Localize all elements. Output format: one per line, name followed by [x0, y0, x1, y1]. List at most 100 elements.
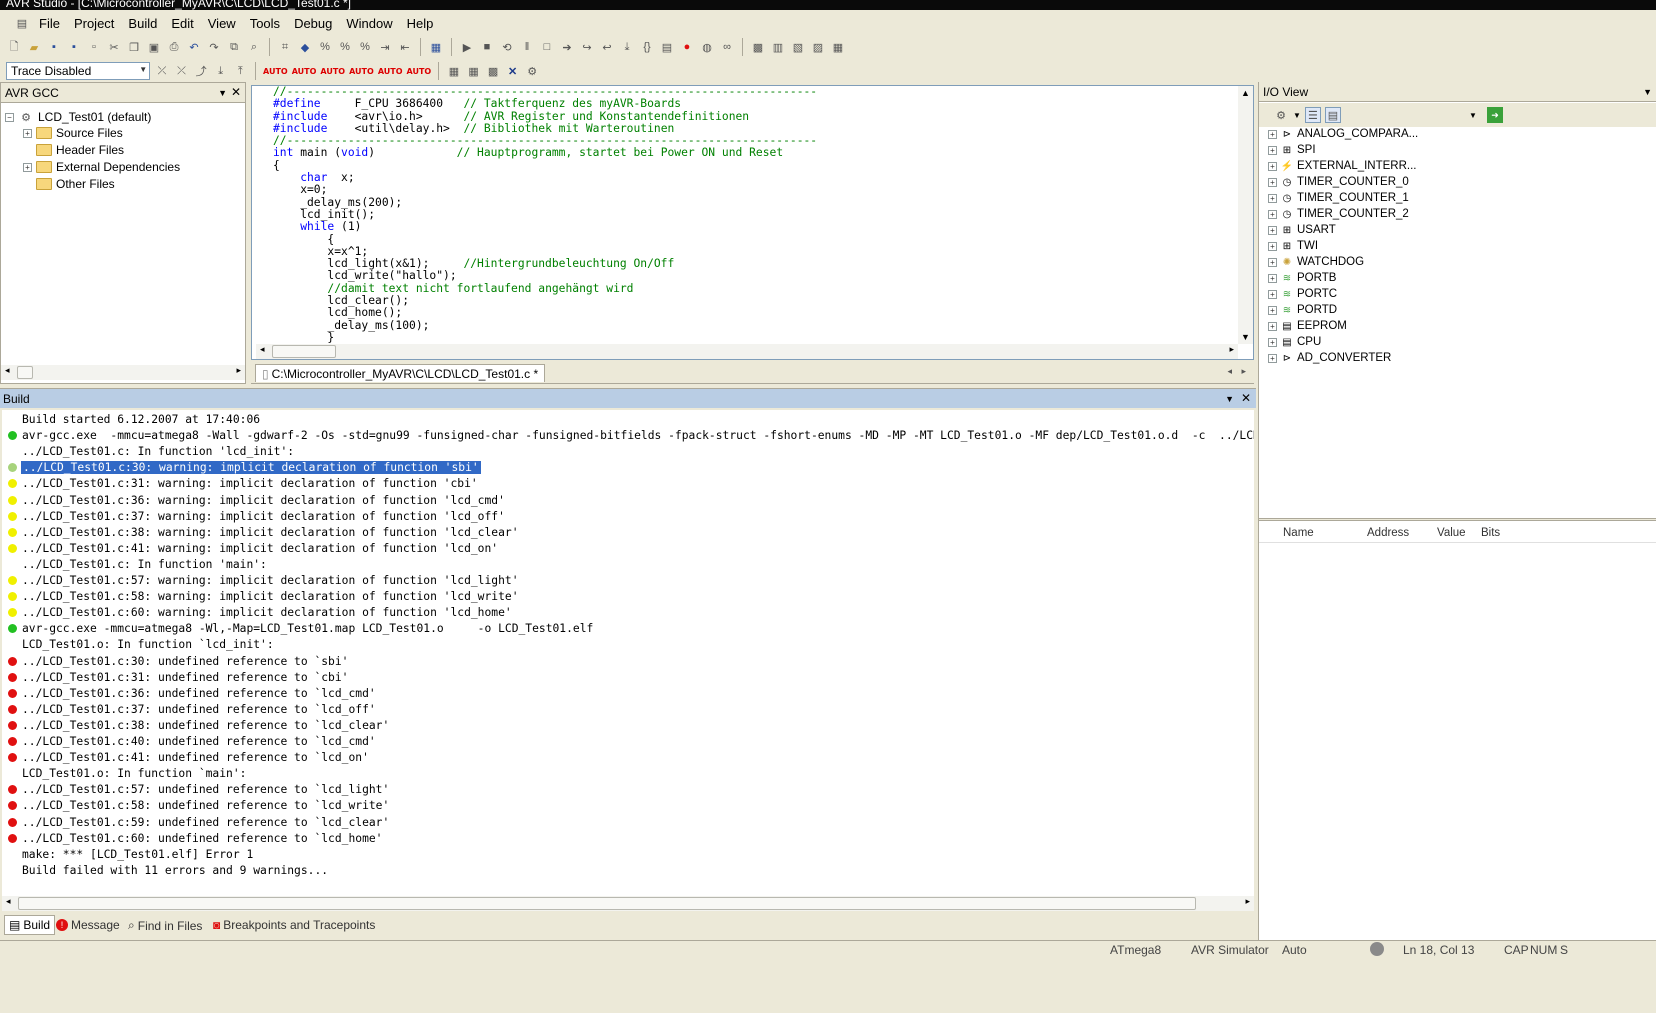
io-item-analog-comparator[interactable]: + ⊳ ANALOG_COMPARA...: [1268, 127, 1418, 141]
expand-icon[interactable]: +: [1268, 145, 1277, 155]
tree-item-other-files[interactable]: Other Files: [36, 177, 115, 191]
run-icon[interactable]: ▶: [459, 39, 475, 55]
auto-button[interactable]: AUTO: [407, 67, 432, 76]
scroll-right-icon[interactable]: ▸: [1229, 344, 1234, 355]
link-icon[interactable]: ∞: [719, 39, 735, 55]
tab-build[interactable]: ▤ Build: [4, 915, 56, 935]
chevron-down-icon[interactable]: ▼: [1293, 111, 1301, 120]
expand-icon[interactable]: +: [23, 128, 32, 138]
scroll-right-icon[interactable]: ▸: [236, 365, 241, 376]
tab-scroll-left-icon[interactable]: ◂: [1227, 366, 1232, 377]
io-item-portc[interactable]: + ≋ PORTC: [1268, 287, 1337, 301]
auto-step-icon[interactable]: {}: [639, 39, 655, 55]
scroll-thumb[interactable]: [17, 366, 33, 379]
io-item-timer-counter-0[interactable]: + ◷ TIMER_COUNTER_0: [1268, 175, 1409, 189]
scroll-thumb[interactable]: [272, 345, 336, 358]
outdent-icon[interactable]: ⇤: [397, 39, 413, 55]
program-icon[interactable]: ▦: [446, 63, 462, 79]
chevron-down-icon[interactable]: ▼: [139, 65, 147, 74]
bookmark-toggle-icon[interactable]: ◆: [297, 39, 313, 55]
build-line[interactable]: ../LCD_Test01.c: In function 'lcd_init':: [2, 444, 1252, 460]
menu-view[interactable]: View: [201, 16, 243, 31]
project-h-scrollbar[interactable]: ◂ ▸: [1, 365, 245, 380]
scroll-left-icon[interactable]: ◂: [5, 365, 10, 376]
menu-build[interactable]: Build: [121, 16, 164, 31]
open-icon[interactable]: ▰: [26, 39, 42, 55]
io-item-timer-counter-2[interactable]: + ◷ TIMER_COUNTER_2: [1268, 207, 1409, 221]
expand-icon[interactable]: +: [1268, 161, 1277, 171]
editor-v-scrollbar[interactable]: ▲ ▼: [1238, 86, 1253, 344]
auto-button[interactable]: AUTO: [263, 67, 288, 76]
build-line[interactable]: ../LCD_Test01.c:41: warning: implicit de…: [2, 541, 1252, 557]
io-item-usart[interactable]: + ⊞ USART: [1268, 223, 1336, 237]
menu-tools[interactable]: Tools: [243, 16, 287, 31]
code-line[interactable]: }: [273, 331, 817, 344]
menu-window[interactable]: Window: [339, 16, 399, 31]
step-out-icon[interactable]: ↩: [599, 39, 615, 55]
tab-message[interactable]: ! Message: [56, 918, 120, 932]
build-line[interactable]: Build failed with 11 errors and 9 warnin…: [2, 863, 1252, 879]
trace-tool-icon[interactable]: ⤴: [193, 63, 209, 79]
io-item-external-interrupt[interactable]: + ⚡ EXTERNAL_INTERR...: [1268, 159, 1417, 173]
expand-icon[interactable]: +: [1268, 129, 1277, 139]
io-item-twi[interactable]: + ⊞ TWI: [1268, 239, 1318, 253]
build-line[interactable]: ../LCD_Test01.c:38: warning: implicit de…: [2, 525, 1252, 541]
build-line[interactable]: ../LCD_Test01.c:30: undefined reference …: [2, 654, 1252, 670]
scroll-thumb[interactable]: [18, 897, 1196, 910]
build-line[interactable]: ../LCD_Test01.c:58: warning: implicit de…: [2, 589, 1252, 605]
app-menu-icon[interactable]: ▤: [14, 15, 30, 31]
menu-help[interactable]: Help: [400, 16, 441, 31]
scroll-right-icon[interactable]: ▸: [1245, 896, 1250, 907]
io-splitter[interactable]: [1259, 518, 1656, 521]
expand-icon[interactable]: +: [1268, 177, 1277, 187]
register-icon[interactable]: ▧: [790, 39, 806, 55]
tree-view-icon[interactable]: ☰: [1304, 107, 1321, 123]
print-icon[interactable]: ⎙: [166, 39, 182, 55]
build-line[interactable]: ../LCD_Test01.c:36: undefined reference …: [2, 686, 1252, 702]
auto-button[interactable]: AUTO: [320, 67, 345, 76]
scroll-up-icon[interactable]: ▲: [1241, 88, 1250, 98]
expand-icon[interactable]: +: [1268, 289, 1277, 299]
save-icon[interactable]: ▪: [46, 39, 62, 55]
editor-tab[interactable]: ▯ C:\Microcontroller_MyAVR\C\LCD\LCD_Tes…: [255, 364, 546, 382]
column-name[interactable]: Name: [1283, 527, 1314, 539]
copy-icon[interactable]: ❐: [126, 39, 142, 55]
editor-h-scrollbar[interactable]: ◂ ▸: [256, 344, 1238, 359]
expand-icon[interactable]: +: [23, 162, 32, 172]
code-line[interactable]: char x;: [273, 171, 817, 184]
menu-project[interactable]: Project: [67, 16, 121, 31]
settings-icon[interactable]: ⚙: [524, 63, 540, 79]
code-line[interactable]: _delay_ms(100);: [273, 319, 817, 332]
build-line[interactable]: ../LCD_Test01.c:38: undefined reference …: [2, 718, 1252, 734]
build-line[interactable]: ../LCD_Test01.c:60: warning: implicit de…: [2, 605, 1252, 621]
new-file-icon[interactable]: 🗋: [6, 39, 22, 55]
io-item-ad-converter[interactable]: + ⊳ AD_CONVERTER: [1268, 351, 1391, 365]
build-line[interactable]: Build started 6.12.2007 at 17:40:06: [2, 412, 1252, 428]
build-output[interactable]: Build started 6.12.2007 at 17:40:06 avr-g…: [2, 410, 1254, 896]
io-view-icon[interactable]: ▦: [830, 39, 846, 55]
io-item-watchdog[interactable]: + ✺ WATCHDOG: [1268, 255, 1364, 269]
expand-icon[interactable]: +: [1268, 321, 1277, 331]
build-line[interactable]: ../LCD_Test01.c:59: undefined reference …: [2, 815, 1252, 831]
collapse-icon[interactable]: −: [5, 112, 14, 122]
build-h-scrollbar[interactable]: ◂ ▸: [2, 896, 1254, 911]
run-to-cursor-icon[interactable]: ⤓: [619, 39, 635, 55]
build-line[interactable]: avr-gcc.exe -mmcu=atmega8 -Wl,-Map=LCD_T…: [2, 621, 1252, 637]
indent-icon[interactable]: ⇥: [377, 39, 393, 55]
scroll-down-icon[interactable]: ▼: [1241, 332, 1250, 342]
windows-icon[interactable]: ⧉: [226, 39, 242, 55]
find-icon[interactable]: ⌗: [277, 39, 293, 55]
stop-debug-icon[interactable]: ■: [479, 39, 495, 55]
bookmark-prev-icon[interactable]: %: [337, 39, 353, 55]
io-item-portd[interactable]: + ≋ PORTD: [1268, 303, 1337, 317]
refresh-icon[interactable]: ➜: [1487, 107, 1503, 123]
memory-icon[interactable]: ▥: [770, 39, 786, 55]
io-item-spi[interactable]: + ⊞ SPI: [1268, 143, 1316, 157]
tree-item-header-files[interactable]: Header Files: [36, 143, 124, 157]
undo-icon[interactable]: ↶: [186, 39, 202, 55]
break-icon[interactable]: ‖: [519, 39, 535, 55]
tab-find-in-files[interactable]: ⌕ Find in Files: [128, 918, 202, 933]
code-text[interactable]: //--------------------------------------…: [273, 86, 817, 344]
auto-button[interactable]: AUTO: [349, 67, 374, 76]
bookmark-next-icon[interactable]: %: [317, 39, 333, 55]
